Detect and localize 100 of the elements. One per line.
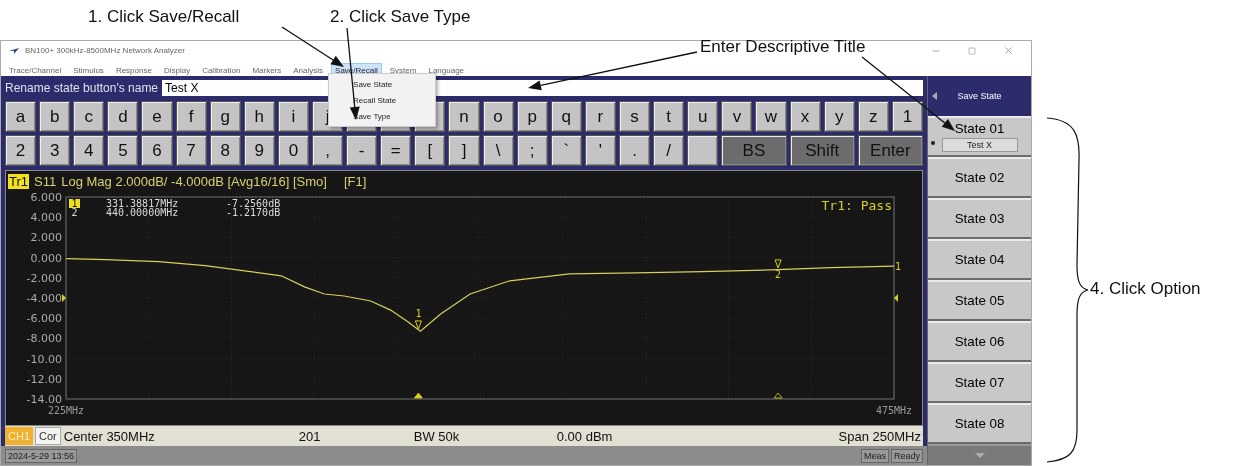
softkey-button[interactable]: State 08 [928,403,1031,444]
active-dot-icon [931,141,935,145]
keyboard-key[interactable]: u [687,101,719,132]
keyboard-key[interactable]: g [209,101,241,132]
keyboard-key[interactable]: ; [516,135,548,166]
trace-function: [F1] [343,173,367,189]
function-key[interactable]: BS [721,135,787,166]
function-key[interactable]: Enter [857,135,923,166]
power-level[interactable]: 0.00 dBm [556,428,839,444]
y-tick-label: -8.000 [26,332,62,346]
keyboard-key[interactable]: t [653,101,685,132]
menu-item[interactable]: Markers [248,63,286,78]
keyboard-key[interactable]: a [5,101,37,132]
y-tick-label: -12.00 [26,372,62,386]
keyboard-key[interactable]: \ [482,135,514,166]
keyboard-key[interactable]: 3 [39,135,71,166]
softkey-button[interactable]: State 06 [928,321,1031,362]
keyboard-key[interactable]: i [277,101,309,132]
keyboard-key[interactable]: f [175,101,207,132]
keyboard-key[interactable]: 4 [73,135,105,166]
keyboard-key[interactable]: 5 [107,135,139,166]
app-logo-icon [9,47,19,54]
keyboard-key[interactable]: . [619,135,651,166]
function-key[interactable]: Shift [789,135,855,166]
y-tick-label: 2.000 [30,231,62,245]
marker-value: -1.2170dB [226,207,281,218]
keyboard-key[interactable]: y [823,101,855,132]
keyboard-key[interactable]: s [619,101,651,132]
bandwidth[interactable]: BW 50k [413,428,557,444]
scroll-down-button[interactable] [928,444,1031,465]
keyboard-key[interactable]: d [107,101,139,132]
keyboard-key[interactable]: v [721,101,753,132]
softkey-button[interactable]: State 01 Test X [928,116,1031,157]
menu-item[interactable]: Stimulus [69,63,108,78]
keyboard-key[interactable]: p [516,101,548,132]
menu-item[interactable]: Language [424,63,469,78]
callout-label: Enter Descriptive Title [700,37,866,57]
marker-triangle-icon [414,320,422,330]
blank-key[interactable] [687,135,719,166]
correction-badge: Cor [35,427,61,445]
keyboard-key[interactable]: c [73,101,105,132]
softkey-button[interactable]: State 05 [928,280,1031,321]
keyboard-key[interactable]: b [39,101,71,132]
keyboard-key[interactable]: 9 [243,135,275,166]
keyboard-key[interactable]: q [550,101,582,132]
back-arrow-icon[interactable] [932,92,937,100]
keyboard-key[interactable]: ' [584,135,616,166]
rename-label: Rename state button's name [5,81,159,95]
keyboard-key[interactable]: w [755,101,787,132]
y-tick-label: -10.00 [26,352,62,366]
menu-item[interactable]: Trace/Channel [5,63,66,78]
keyboard-key[interactable]: 7 [175,135,207,166]
limit-test-result: Tr1: Pass [821,198,892,213]
window-title: BN100+ 300kHz-8500MHz Network Analyzer [25,46,185,55]
softkey-button[interactable]: State 04 [928,239,1031,280]
marker-number: 2 [71,207,78,218]
menu-item[interactable]: Display [159,63,195,78]
state-name-field: Test X [941,138,1018,152]
x-tick-label: 475MHz [875,405,913,416]
keyboard-key[interactable]: z [857,101,889,132]
marker-frequency: 331.38817MHz [106,198,179,209]
span-frequency[interactable]: Span 250MHz [838,428,923,444]
keyboard-key[interactable]: - [346,135,378,166]
keyboard-key[interactable]: 8 [209,135,241,166]
keyboard-key[interactable]: r [584,101,616,132]
menu-item[interactable]: Analysis [289,63,328,78]
softkey-button[interactable]: State 07 [928,362,1031,403]
marker-label: 2 [775,268,782,280]
callout-arrow [281,26,344,67]
y-tick-label: 4.000 [30,211,62,225]
point-count[interactable]: 201 [298,428,414,444]
callout-label: 1. Click Save/Recall [88,7,240,27]
keyboard-key[interactable]: 6 [141,135,173,166]
keyboard-key[interactable]: [ [414,135,446,166]
keyboard-key[interactable]: 2 [5,135,37,166]
keyboard-key[interactable]: x [789,101,821,132]
softkey-button[interactable]: State 02 [928,157,1031,198]
keyboard-key[interactable]: ` [550,135,582,166]
keyboard-key[interactable]: o [482,101,514,132]
keyboard-key[interactable]: 0 [277,135,309,166]
keyboard-key[interactable]: , [312,135,344,166]
y-tick-label: -6.000 [26,312,62,326]
marker-number: 1 [69,198,80,209]
y-tick-label: 0.000 [30,251,62,265]
keyboard-key[interactable]: n [448,101,480,132]
trace-badge[interactable]: Tr1 [8,173,30,189]
keyboard-key[interactable]: h [243,101,275,132]
trace-heading: Log Mag 2.000dB/ -4.000dB [Avg16/16] [Smo] [61,173,327,189]
y-tick-label: 6.000 [30,191,62,204]
center-frequency[interactable]: Center 350MHz [63,428,299,444]
softkey-button[interactable]: State 03 [928,198,1031,239]
keyboard-key[interactable]: 1 [891,101,923,132]
reference-level-icon [62,294,66,302]
menu-item[interactable]: Calibration [198,63,245,78]
reference-level-icon [894,294,898,302]
menu-item[interactable]: Response [111,63,156,78]
keyboard-key[interactable]: = [380,135,412,166]
keyboard-key[interactable]: e [141,101,173,132]
keyboard-key[interactable]: ] [448,135,480,166]
keyboard-key[interactable]: / [653,135,685,166]
